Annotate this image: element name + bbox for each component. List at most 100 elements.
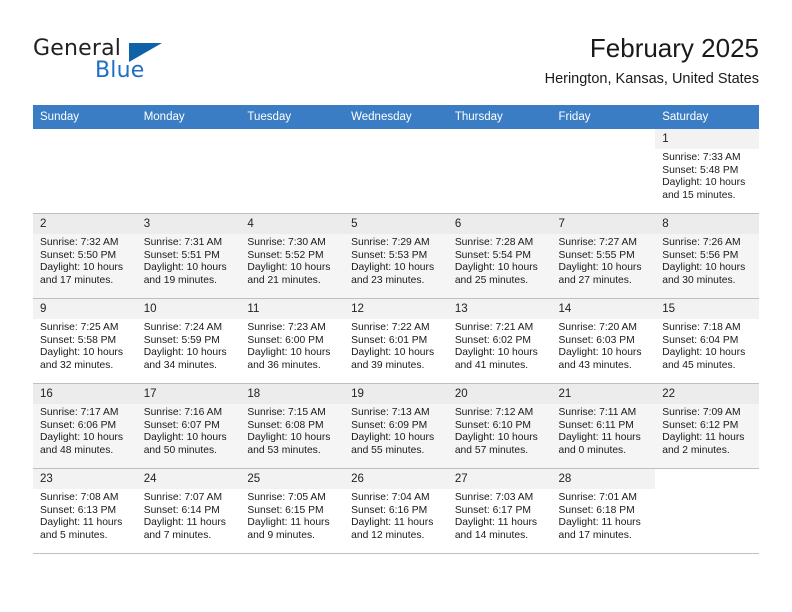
- daylight-text-line2: and 15 minutes.: [662, 189, 736, 201]
- calendar-day-cell[interactable]: 14 Sunrise: 7:20 AM Sunset: 6:03 PM Dayligh…: [551, 298, 656, 384]
- sunrise-text: Sunrise: 7:22 AM: [351, 322, 430, 333]
- calendar-day-cell[interactable]: 24 Sunrise: 7:07 AM Sunset: 6:14 PM Dayligh…: [136, 468, 241, 554]
- sunrise-text: Sunrise: 7:15 AM: [247, 407, 326, 418]
- sunrise-text: Sunrise: 7:09 AM: [662, 407, 741, 418]
- calendar-day-cell[interactable]: 11 Sunrise: 7:23 AM Sunset: 6:00 PM Dayligh…: [240, 298, 345, 384]
- brand-logo[interactable]: General Blue: [33, 36, 183, 92]
- calendar-day-cell[interactable]: 13 Sunrise: 7:21 AM Sunset: 6:02 PM Dayligh…: [447, 298, 552, 384]
- daylight-text-line1: Daylight: 11 hours: [454, 517, 538, 529]
- daylight-text-line2: and 48 minutes.: [40, 444, 114, 456]
- day-number: 8: [655, 214, 759, 234]
- calendar-day-cell[interactable]: 25 Sunrise: 7:05 AM Sunset: 6:15 PM Dayligh…: [240, 468, 345, 554]
- calendar-day-cell[interactable]: 16 Sunrise: 7:17 AM Sunset: 6:06 PM Dayligh…: [33, 383, 137, 469]
- daylight-text-line2: and 43 minutes.: [558, 359, 632, 371]
- sun-info: Sunrise: 7:03 AM Sunset: 6:17 PM Daylight:…: [448, 489, 552, 542]
- calendar-week-row: 2 Sunrise: 7:32 AM Sunset: 5:50 PM Daylight…: [33, 213, 759, 299]
- daylight-text-line1: Daylight: 10 hours: [40, 262, 123, 274]
- daylight-text-line1: Daylight: 10 hours: [143, 432, 227, 444]
- daylight-text-line1: Daylight: 11 hours: [40, 517, 123, 529]
- daylight-text-line2: and 50 minutes.: [143, 444, 217, 456]
- sunrise-text: Sunrise: 7:20 AM: [558, 322, 637, 333]
- sunset-text: Sunset: 6:17 PM: [454, 504, 531, 516]
- sunrise-text: Sunrise: 7:26 AM: [662, 237, 741, 248]
- daylight-text-line2: and 45 minutes.: [662, 359, 736, 371]
- sunset-text: Sunset: 6:13 PM: [40, 504, 117, 516]
- sunrise-text: Sunrise: 7:21 AM: [454, 322, 534, 333]
- calendar-day-cell[interactable]: 12 Sunrise: 7:22 AM Sunset: 6:01 PM Dayligh…: [344, 298, 448, 384]
- daylight-text-line2: and 2 minutes.: [662, 444, 730, 456]
- daylight-text-line1: Daylight: 10 hours: [143, 262, 227, 274]
- calendar-cell-empty: [447, 129, 552, 214]
- calendar-day-cell[interactable]: 8 Sunrise: 7:26 AM Sunset: 5:56 PM Daylight…: [655, 213, 759, 299]
- calendar-cell-inner: 9 Sunrise: 7:25 AM Sunset: 5:58 PM Daylight…: [33, 299, 137, 383]
- sunset-text: Sunset: 5:59 PM: [143, 334, 220, 346]
- sunset-text: Sunset: 5:56 PM: [662, 249, 739, 261]
- calendar-day-cell[interactable]: 10 Sunrise: 7:24 AM Sunset: 5:59 PM Dayligh…: [136, 298, 241, 384]
- sunset-text: Sunset: 6:07 PM: [143, 419, 220, 431]
- day-number: 22: [655, 384, 759, 404]
- calendar-body: 1 Sunrise: 7:33 AM Sunset: 5:48 PM Daylight…: [33, 129, 759, 554]
- calendar-day-cell[interactable]: 2 Sunrise: 7:32 AM Sunset: 5:50 PM Daylight…: [33, 213, 137, 299]
- location-subtitle: Herington, Kansas, United States: [544, 71, 759, 87]
- calendar-cell-inner: 28 Sunrise: 7:01 AM Sunset: 6:18 PM Dayligh…: [551, 469, 656, 553]
- day-number: 23: [33, 469, 137, 489]
- calendar-day-cell[interactable]: 3 Sunrise: 7:31 AM Sunset: 5:51 PM Daylight…: [136, 213, 241, 299]
- sun-info: Sunrise: 7:20 AM Sunset: 6:03 PM Daylight:…: [552, 319, 656, 372]
- page-header: General Blue February 2025 Herington, Ka…: [33, 32, 759, 98]
- daylight-text-line1: Daylight: 10 hours: [40, 347, 123, 359]
- weekday-header-wednesday: Wednesday: [344, 105, 448, 129]
- calendar-cell-inner: 10 Sunrise: 7:24 AM Sunset: 5:59 PM Dayligh…: [136, 299, 241, 383]
- daylight-text-line1: Daylight: 10 hours: [662, 177, 746, 189]
- daylight-text-line2: and 41 minutes.: [454, 359, 529, 371]
- calendar-day-cell[interactable]: 17 Sunrise: 7:16 AM Sunset: 6:07 PM Dayligh…: [136, 383, 241, 469]
- sunrise-text: Sunrise: 7:05 AM: [247, 492, 326, 503]
- sunrise-text: Sunrise: 7:17 AM: [40, 407, 119, 418]
- sun-info: Sunrise: 7:17 AM Sunset: 6:06 PM Daylight:…: [33, 404, 137, 457]
- sunset-text: Sunset: 6:04 PM: [662, 334, 739, 346]
- calendar-day-cell[interactable]: 4 Sunrise: 7:30 AM Sunset: 5:52 PM Daylight…: [240, 213, 345, 299]
- sunrise-text: Sunrise: 7:12 AM: [454, 407, 534, 418]
- sunset-text: Sunset: 6:10 PM: [454, 419, 531, 431]
- day-number: 12: [344, 299, 448, 319]
- sunrise-text: Sunrise: 7:32 AM: [40, 237, 119, 248]
- daylight-text-line1: Daylight: 11 hours: [558, 517, 641, 529]
- day-number: 15: [655, 299, 759, 319]
- day-number: 20: [447, 384, 552, 404]
- sunset-text: Sunset: 6:14 PM: [143, 504, 220, 516]
- daylight-text-line1: Daylight: 10 hours: [558, 262, 642, 274]
- calendar-day-cell[interactable]: 9 Sunrise: 7:25 AM Sunset: 5:58 PM Daylight…: [33, 298, 137, 384]
- day-number: 5: [344, 214, 448, 234]
- calendar-day-cell[interactable]: 5 Sunrise: 7:29 AM Sunset: 5:53 PM Daylight…: [344, 213, 448, 299]
- calendar-cell-inner: 17 Sunrise: 7:16 AM Sunset: 6:07 PM Dayligh…: [136, 384, 241, 468]
- sun-info: Sunrise: 7:05 AM Sunset: 6:15 PM Daylight:…: [240, 489, 344, 542]
- calendar-day-cell[interactable]: 28 Sunrise: 7:01 AM Sunset: 6:18 PM Dayligh…: [551, 468, 656, 554]
- calendar-day-cell[interactable]: 22 Sunrise: 7:09 AM Sunset: 6:12 PM Dayligh…: [655, 383, 759, 469]
- calendar-day-cell[interactable]: 21 Sunrise: 7:11 AM Sunset: 6:11 PM Dayligh…: [551, 383, 656, 469]
- calendar-day-cell[interactable]: 7 Sunrise: 7:27 AM Sunset: 5:55 PM Daylight…: [551, 213, 656, 299]
- sun-info: Sunrise: 7:04 AM Sunset: 6:16 PM Daylight:…: [344, 489, 448, 542]
- sunset-text: Sunset: 6:01 PM: [351, 334, 428, 346]
- daylight-text-line2: and 32 minutes.: [40, 359, 114, 371]
- calendar-day-cell[interactable]: 19 Sunrise: 7:13 AM Sunset: 6:09 PM Dayligh…: [344, 383, 448, 469]
- sunset-text: Sunset: 5:48 PM: [662, 164, 739, 176]
- sunrise-text: Sunrise: 7:23 AM: [247, 322, 326, 333]
- calendar-day-cell[interactable]: 20 Sunrise: 7:12 AM Sunset: 6:10 PM Dayligh…: [447, 383, 552, 469]
- daylight-text-line2: and 19 minutes.: [143, 274, 217, 286]
- calendar-cell-empty: [551, 129, 656, 214]
- calendar-day-cell[interactable]: 1 Sunrise: 7:33 AM Sunset: 5:48 PM Daylight…: [655, 129, 759, 214]
- calendar-day-cell[interactable]: 27 Sunrise: 7:03 AM Sunset: 6:17 PM Dayligh…: [447, 468, 552, 554]
- daylight-text-line1: Daylight: 10 hours: [558, 347, 642, 359]
- calendar-day-cell[interactable]: 18 Sunrise: 7:15 AM Sunset: 6:08 PM Dayligh…: [240, 383, 345, 469]
- day-number: 3: [136, 214, 241, 234]
- calendar-day-cell[interactable]: 23 Sunrise: 7:08 AM Sunset: 6:13 PM Dayligh…: [33, 468, 137, 554]
- calendar-cell-empty: [33, 129, 137, 214]
- calendar-week-row: 23 Sunrise: 7:08 AM Sunset: 6:13 PM Dayligh…: [33, 468, 759, 554]
- calendar-day-cell[interactable]: 26 Sunrise: 7:04 AM Sunset: 6:16 PM Dayligh…: [344, 468, 448, 554]
- sunset-text: Sunset: 6:15 PM: [247, 504, 324, 516]
- sun-info: Sunrise: 7:24 AM Sunset: 5:59 PM Daylight:…: [137, 319, 241, 372]
- calendar-day-cell[interactable]: 6 Sunrise: 7:28 AM Sunset: 5:54 PM Daylight…: [447, 213, 552, 299]
- calendar-day-cell[interactable]: 15 Sunrise: 7:18 AM Sunset: 6:04 PM Dayligh…: [655, 298, 759, 384]
- daylight-text-line2: and 55 minutes.: [351, 444, 425, 456]
- daylight-text-line2: and 57 minutes.: [454, 444, 529, 456]
- calendar-cell-inner: 25 Sunrise: 7:05 AM Sunset: 6:15 PM Dayligh…: [240, 469, 345, 553]
